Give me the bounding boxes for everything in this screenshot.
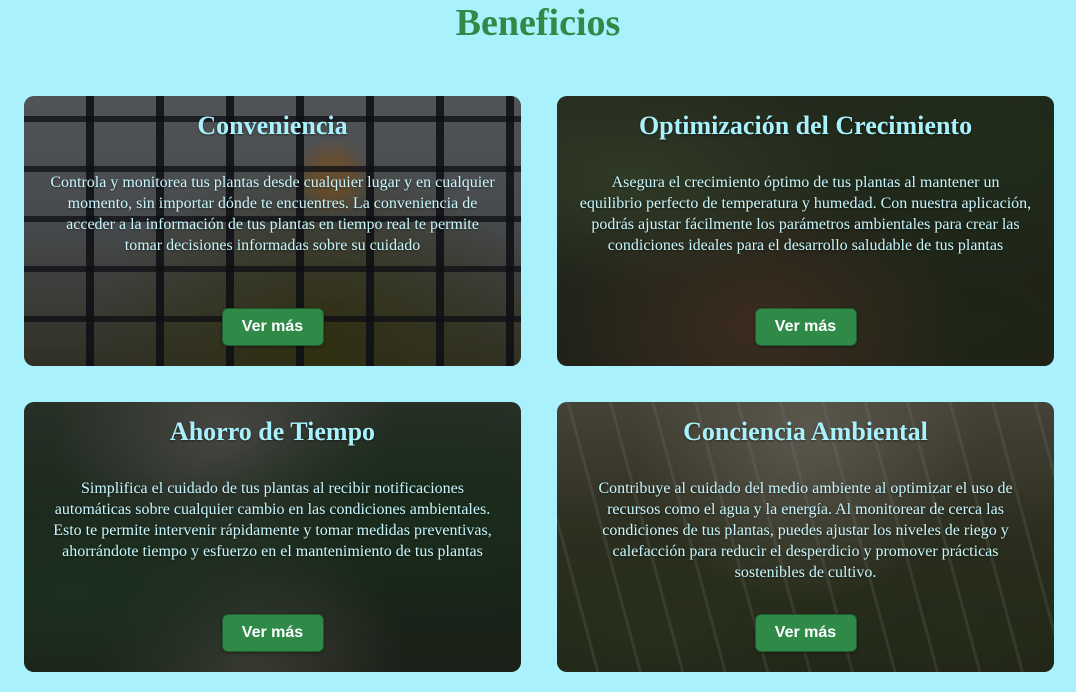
card-description: Simplifica el cuidado de tus plantas al …	[53, 480, 492, 560]
card-description: Asegura el crecimiento óptimo de tus pla…	[579, 174, 1032, 254]
benefit-card-convenience: Conveniencia Controla y monitorea tus pl…	[24, 96, 521, 366]
card-title: Conciencia Ambiental	[683, 417, 928, 446]
benefit-card-growth-optimization: Optimización del Crecimiento Asegura el …	[557, 96, 1054, 366]
ver-mas-button[interactable]: Ver más	[221, 308, 324, 346]
card-title: Conveniencia	[197, 111, 348, 140]
ver-mas-button[interactable]: Ver más	[754, 614, 857, 652]
card-title: Optimización del Crecimiento	[638, 111, 973, 140]
benefit-card-environmental-awareness: Conciencia Ambiental Contribuye al cuida…	[557, 402, 1054, 672]
page-title: Beneficios	[455, 2, 621, 44]
benefits-page: Beneficios Conveniencia Controla y monit…	[0, 0, 1076, 692]
card-description: Contribuye al cuidado del medio ambiente…	[598, 480, 1013, 581]
card-description: Controla y monitorea tus plantas desde c…	[50, 174, 495, 254]
ver-mas-button[interactable]: Ver más	[754, 308, 857, 346]
ver-mas-button[interactable]: Ver más	[221, 614, 324, 652]
benefit-card-time-saving: Ahorro de Tiempo Simplifica el cuidado d…	[24, 402, 521, 672]
card-title: Ahorro de Tiempo	[169, 417, 376, 446]
